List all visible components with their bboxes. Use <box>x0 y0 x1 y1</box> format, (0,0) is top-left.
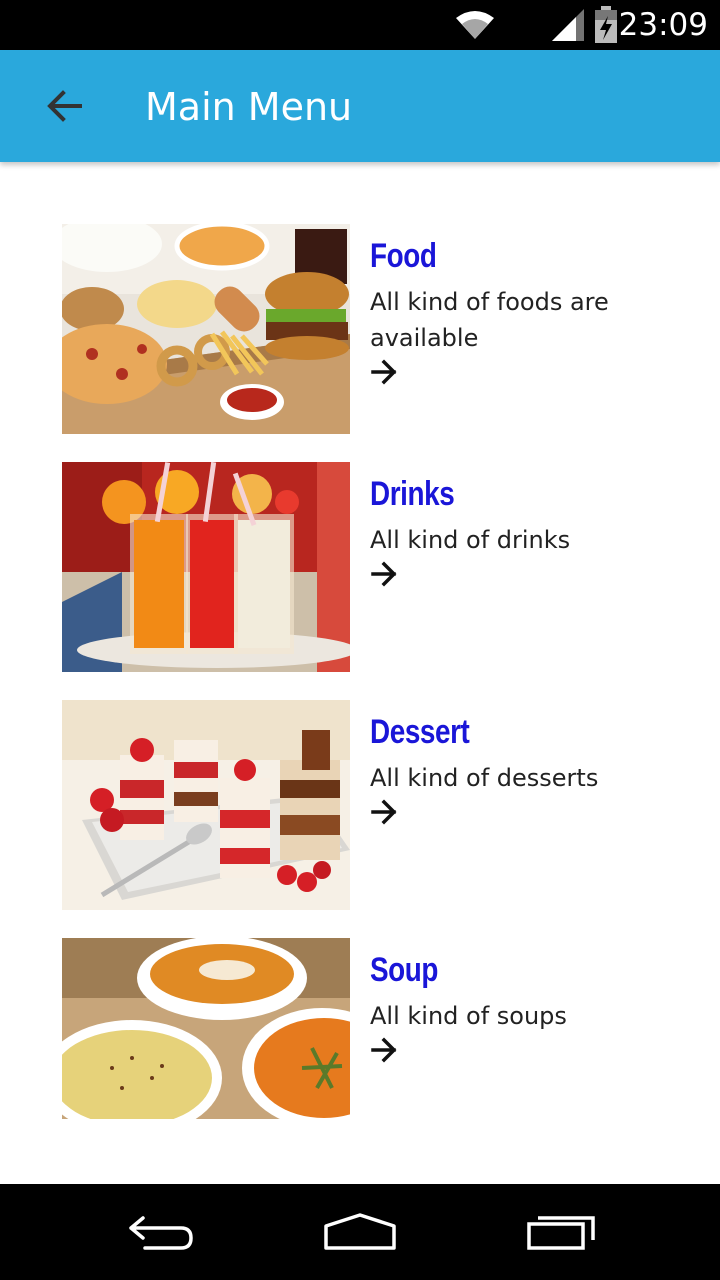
nav-home-button[interactable] <box>312 1204 408 1260</box>
arrow-right-icon[interactable] <box>370 560 398 588</box>
dessert-cups-image <box>62 700 350 910</box>
status-bar: 23:09 <box>0 0 720 50</box>
juice-glasses-image <box>62 462 350 672</box>
menu-item-description: All kind of drinks <box>370 526 571 554</box>
menu-item-text: Drinks All kind of drinks <box>370 474 670 588</box>
menu-item-text: Food All kind of foods are available <box>370 236 670 386</box>
menu-item-description: All kind of desserts <box>370 764 599 792</box>
nav-recents-button[interactable] <box>514 1204 610 1260</box>
soup-bowls-image <box>62 938 350 1119</box>
menu-item-title: Soup <box>370 951 439 989</box>
back-nav-icon <box>129 1216 193 1250</box>
wifi-icon <box>456 11 494 39</box>
signal-icon <box>552 9 584 41</box>
nav-back-button[interactable] <box>112 1204 208 1260</box>
app-bar: Main Menu <box>0 50 720 162</box>
recents-nav-icon <box>527 1216 595 1250</box>
arrow-right-icon[interactable] <box>370 1036 398 1064</box>
menu-item-title: Drinks <box>370 475 455 513</box>
battery-charging-icon <box>595 6 617 43</box>
menu-item-title: Dessert <box>370 713 470 751</box>
navigation-bar <box>0 1184 720 1280</box>
arrow-right-icon[interactable] <box>370 358 398 386</box>
menu-item-description: All kind of foods are available <box>370 288 609 352</box>
status-time: 23:09 <box>618 7 708 43</box>
menu-item-text: Soup All kind of soups <box>370 950 670 1064</box>
back-button[interactable] <box>30 72 98 140</box>
menu-item-text: Dessert All kind of desserts <box>370 712 670 826</box>
menu-item-title: Food <box>370 237 437 275</box>
menu-list: Food All kind of foods are available Dri… <box>0 162 720 1184</box>
arrow-back-icon <box>47 90 82 122</box>
menu-item-description: All kind of soups <box>370 1002 567 1030</box>
fast-food-platter-image <box>62 224 350 434</box>
page-title: Main Menu <box>145 85 353 129</box>
arrow-right-icon[interactable] <box>370 798 398 826</box>
home-nav-icon <box>324 1213 396 1250</box>
